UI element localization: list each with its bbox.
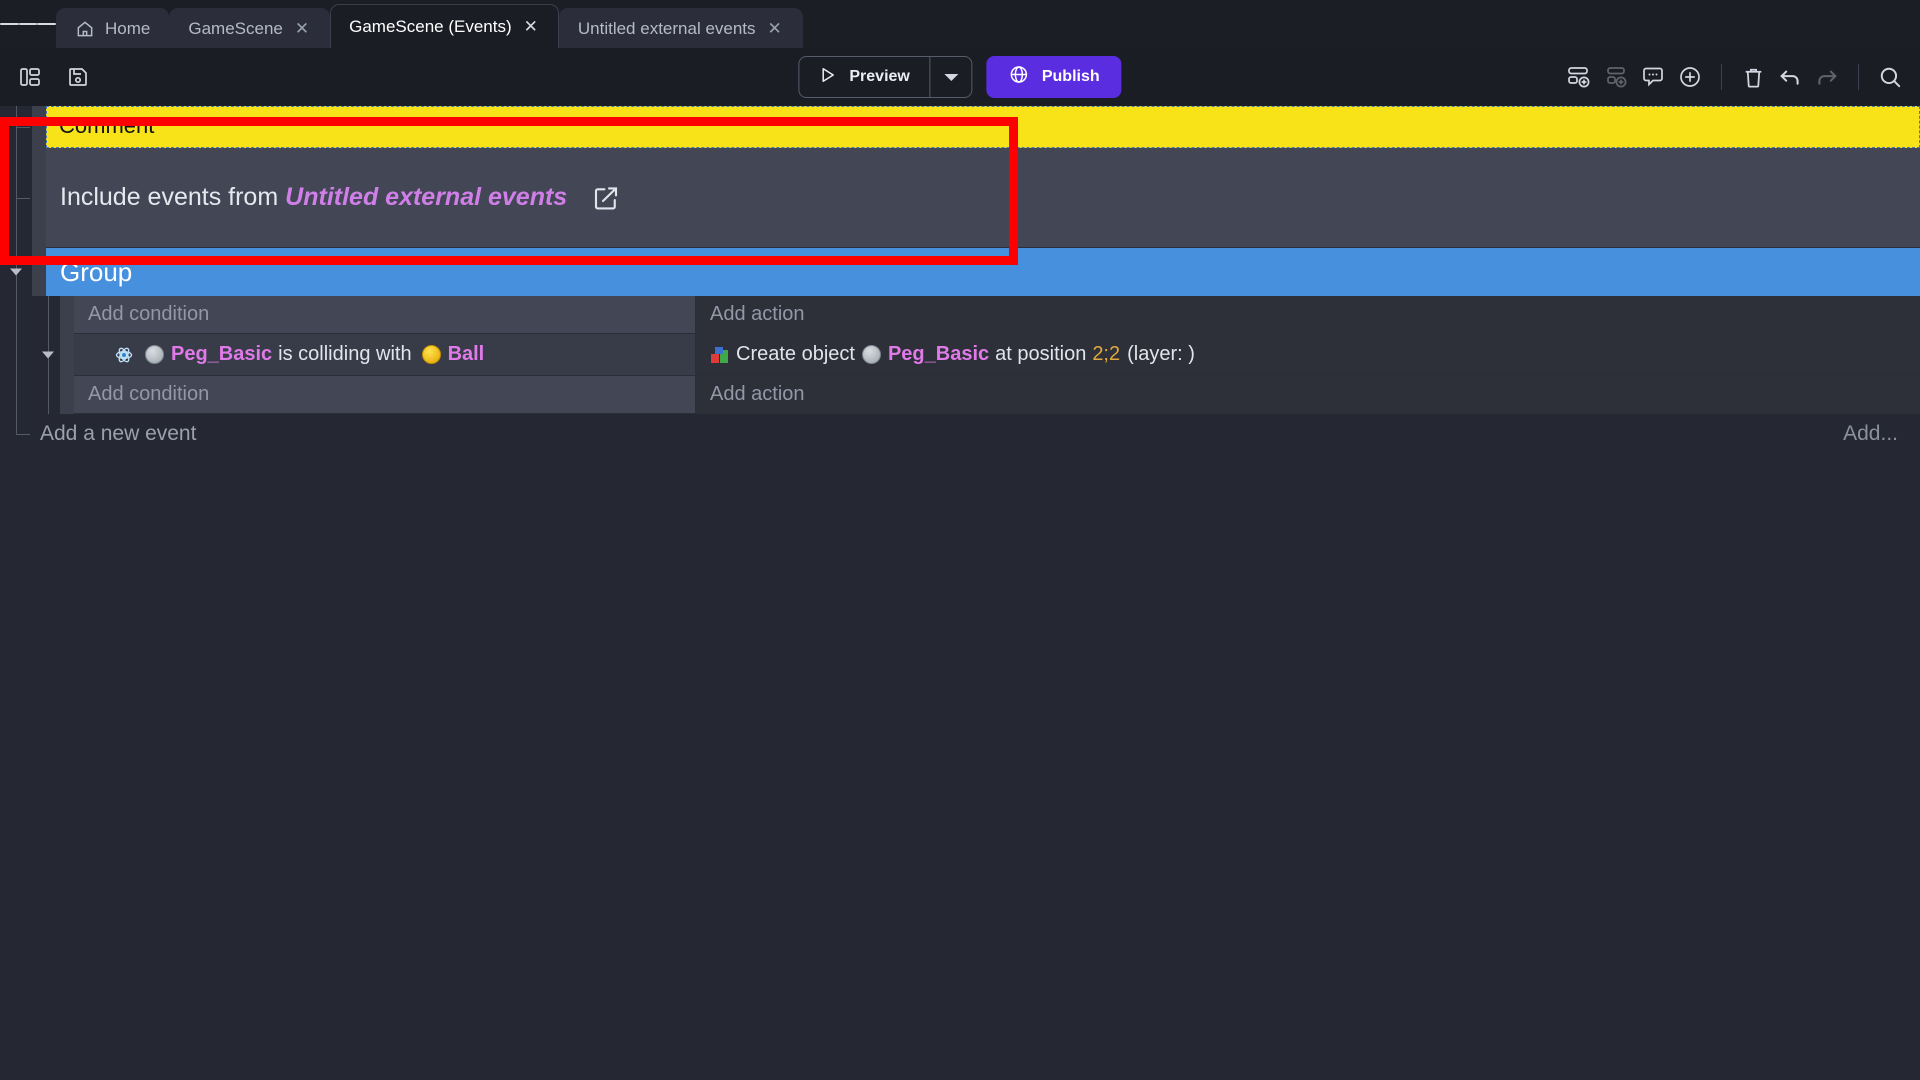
- drag-handle[interactable]: [60, 296, 74, 414]
- condition-object-b: Ball: [447, 343, 485, 365]
- preview-label: Preview: [849, 68, 910, 85]
- hamburger-line: [0, 23, 19, 25]
- redo-icon[interactable]: [1811, 61, 1843, 93]
- add-comment-icon[interactable]: [1637, 61, 1669, 93]
- drag-handle[interactable]: [32, 248, 46, 296]
- tree-gutter: [0, 248, 32, 296]
- tab-gamescene-events[interactable]: GameScene (Events) ✕: [330, 4, 559, 48]
- include-source-name[interactable]: Untitled external events: [285, 183, 567, 212]
- tab-label: GameScene: [188, 18, 283, 38]
- table-row: Add condition Add action: [74, 296, 1920, 334]
- add-condition-bottom[interactable]: Add condition: [74, 376, 696, 414]
- collapse-toggle-icon[interactable]: [10, 268, 22, 276]
- object-thumbnail-peg: [861, 345, 881, 364]
- include-prefix: Include events from: [60, 183, 279, 211]
- include-event[interactable]: Include events from Untitled external ev…: [46, 148, 1920, 248]
- physics-collision-icon: [114, 345, 134, 365]
- action-suffix: (layer: ): [1127, 343, 1195, 365]
- add-event-icon[interactable]: [1563, 61, 1595, 93]
- publish-button[interactable]: Publish: [986, 56, 1122, 98]
- tree-gutter-sub: [32, 296, 60, 414]
- add-object-icon[interactable]: [1674, 61, 1706, 93]
- event-row-include: Include events from Untitled external ev…: [0, 148, 1920, 248]
- add-action-top[interactable]: Add action: [696, 296, 1920, 334]
- toolbar-center-group: Preview Publish: [798, 56, 1122, 98]
- panel-layout-icon[interactable]: [14, 61, 46, 93]
- tree-gutter: [0, 148, 32, 248]
- tree-line: [16, 434, 30, 435]
- collapse-toggle-icon[interactable]: [42, 351, 54, 359]
- toolbar-left-group: [14, 61, 94, 93]
- play-icon: [817, 65, 837, 90]
- action-mid: at position: [995, 343, 1087, 365]
- save-icon[interactable]: [62, 61, 94, 93]
- search-icon[interactable]: [1874, 61, 1906, 93]
- preview-button-group: Preview: [798, 56, 973, 98]
- add-new-event-label: Add a new event: [40, 422, 197, 445]
- tab-untitled-external-events[interactable]: Untitled external events ✕: [558, 8, 803, 48]
- close-icon[interactable]: ✕: [293, 20, 311, 37]
- table-row: Peg_Basic is colliding with Ball Create …: [74, 334, 1920, 376]
- preview-dropdown-button[interactable]: [929, 57, 972, 97]
- tree-gutter: [0, 296, 32, 414]
- group-title[interactable]: Group: [46, 248, 1920, 296]
- tree-gutter: [0, 414, 32, 454]
- create-object-icon: [710, 345, 730, 365]
- add-new-event-button[interactable]: Add a new event Add...: [32, 414, 1920, 454]
- table-row: Add condition Add action: [74, 376, 1920, 414]
- add-condition-top[interactable]: Add condition: [74, 296, 696, 334]
- comment-text[interactable]: Comment: [46, 106, 1920, 148]
- tab-bar: Home GameScene ✕ GameScene (Events) ✕ Un…: [0, 0, 1920, 48]
- condition-middle-text: is colliding with: [278, 343, 412, 365]
- object-thumbnail-ball: [421, 345, 441, 364]
- tab-label: GameScene (Events): [349, 16, 512, 36]
- event-row-group: Group: [0, 248, 1920, 296]
- home-icon: [75, 19, 95, 39]
- tree-line: [16, 198, 30, 199]
- tree-line: [16, 414, 17, 434]
- add-more-button[interactable]: Add...: [1843, 422, 1920, 446]
- close-icon[interactable]: ✕: [766, 20, 784, 37]
- tab-gamescene[interactable]: GameScene ✕: [169, 8, 331, 48]
- toolbar-divider: [1858, 64, 1859, 90]
- action-prefix: Create object: [736, 343, 855, 365]
- object-thumbnail-peg: [145, 345, 164, 364]
- globe-icon: [1009, 64, 1030, 90]
- drag-handle[interactable]: [32, 106, 46, 148]
- events-sheet: Comment Include events from Untitled ext…: [0, 106, 1920, 1080]
- chevron-down-icon: [944, 73, 959, 81]
- toolbar-divider: [1721, 64, 1722, 90]
- close-icon[interactable]: ✕: [522, 18, 540, 35]
- preview-button[interactable]: Preview: [799, 57, 929, 97]
- tab-label: Home: [105, 18, 151, 38]
- hamburger-line: [18, 23, 38, 25]
- tab-home[interactable]: Home: [56, 8, 170, 48]
- tree-gutter: [0, 106, 32, 148]
- hamburger-line: [37, 23, 57, 25]
- add-sub-event-icon[interactable]: [1600, 61, 1632, 93]
- condition-object-a: Peg_Basic: [171, 343, 273, 365]
- add-action-bottom[interactable]: Add action: [696, 376, 1920, 414]
- condition-text: Peg_Basic is colliding with Ball: [114, 343, 484, 366]
- event-row-add-new: Add a new event Add...: [0, 414, 1920, 454]
- tree-line: [16, 127, 30, 128]
- event-row-sub-event: Add condition Add action Peg_Basic is co…: [0, 296, 1920, 414]
- tab-label: Untitled external events: [577, 18, 756, 38]
- hamburger-icon[interactable]: [0, 0, 57, 48]
- delete-icon[interactable]: [1737, 61, 1769, 93]
- action-item[interactable]: Create object Peg_Basic at position 2;2 …: [696, 334, 1920, 376]
- toolbar-right-group: [1563, 61, 1906, 93]
- action-object: Peg_Basic: [887, 343, 990, 365]
- event-row-comment: Comment: [0, 106, 1920, 148]
- conditions-actions-table: Add condition Add action Peg_Basic is co…: [74, 296, 1920, 414]
- drag-handle[interactable]: [32, 148, 46, 248]
- publish-label: Publish: [1041, 68, 1100, 85]
- toolbar: Preview Publish: [0, 48, 1920, 106]
- undo-icon[interactable]: [1774, 61, 1806, 93]
- condition-item[interactable]: Peg_Basic is colliding with Ball: [74, 334, 696, 376]
- action-text: Create object Peg_Basic at position 2;2 …: [710, 343, 1195, 366]
- external-link-icon[interactable]: [591, 183, 621, 213]
- tree-line: [16, 296, 17, 414]
- action-position: 2;2: [1092, 343, 1121, 365]
